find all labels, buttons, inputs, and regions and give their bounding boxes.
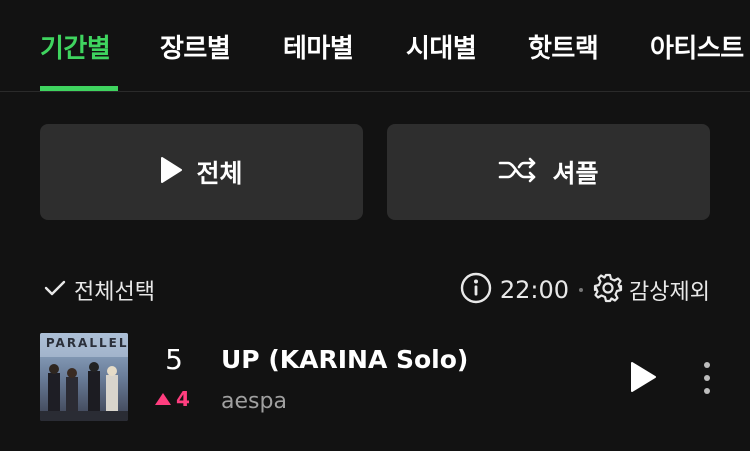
play-icon [160,157,183,187]
exclude-listening-button[interactable]: 감상제외 [629,274,710,306]
shuffle-label: 셔플 [552,159,599,188]
tab-period[interactable]: 기간별 [40,28,111,65]
play-track-icon[interactable] [628,361,658,397]
shuffle-icon [498,157,538,187]
category-tabs: 기간별 장르별 테마별 시대별 핫트랙 아티스트 [0,0,750,92]
track-row[interactable]: SYNK PARALLEL LINE 5 4 UP (KARINA Solo) … [0,333,750,423]
separator-dot [579,288,584,292]
rank-change: 4 [154,387,190,411]
track-title[interactable]: UP (KARINA Solo) [221,345,468,374]
select-all-label: 전체선택 [74,280,155,305]
tab-era[interactable]: 시대별 [406,28,477,65]
more-options-icon[interactable] [698,361,716,399]
select-all-button[interactable]: 전체선택 [44,274,155,306]
list-toolbar: 전체선택 22:00 감상제외 [0,270,750,310]
triangle-up-icon [154,387,172,411]
play-all-button[interactable]: 전체 [40,124,363,220]
svg-text:SYNK PARALLEL LINE: SYNK PARALLEL LINE [40,336,128,350]
track-artist[interactable]: aespa [221,389,287,414]
tab-theme[interactable]: 테마별 [283,28,354,65]
shuffle-button[interactable]: 셔플 [387,124,710,220]
play-all-label: 전체 [196,159,243,188]
album-art[interactable]: SYNK PARALLEL LINE [40,333,128,421]
chart-time: 22:00 [499,276,570,304]
gear-icon[interactable] [593,273,623,307]
tab-hottrack[interactable]: 핫트랙 [528,28,599,65]
track-rank: 5 [165,343,183,376]
check-icon [44,279,66,301]
tab-genre[interactable]: 장르별 [160,28,231,65]
info-icon[interactable] [460,272,492,308]
tab-artist[interactable]: 아티스트 [650,28,744,65]
rank-change-value: 4 [176,387,190,411]
active-tab-indicator [40,86,118,91]
